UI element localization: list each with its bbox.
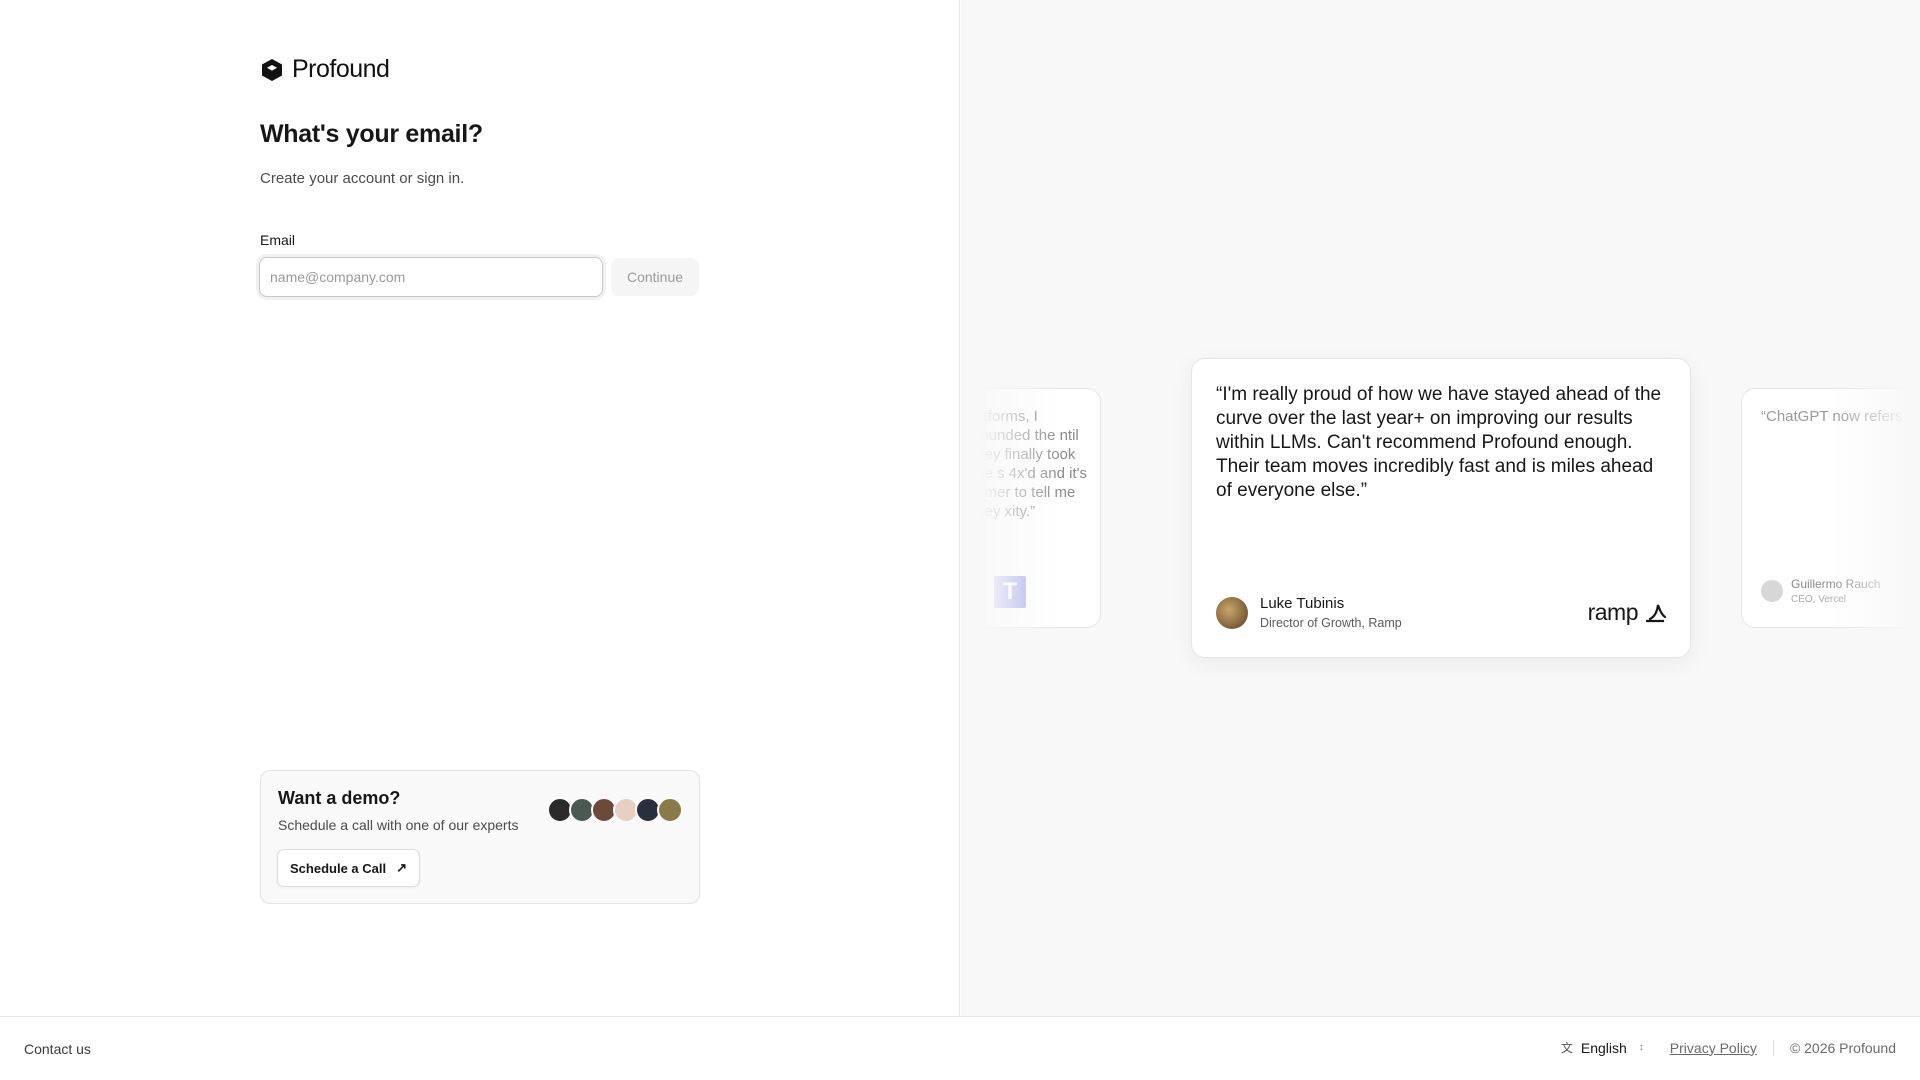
brand-logo[interactable]: Profound [260, 55, 390, 84]
email-field[interactable] [259, 257, 603, 297]
testimonial-card-next[interactable]: “ChatGPT now refers 1… which have also a… [1741, 388, 1920, 628]
page-subtitle: Create your account or sign in. [260, 170, 465, 187]
testimonial-card-active: “I'm really proud of how we have stayed … [1191, 358, 1691, 658]
expert-avatars [547, 797, 683, 823]
author-role: CEO, Vercel [1791, 594, 1847, 605]
ramp-mark-icon [1646, 604, 1666, 622]
testimonial-author: Guillermo Rauch CEO, Vercel [1761, 577, 1880, 605]
author-name: Luke Tubinis [1260, 595, 1345, 612]
page-title: What's your email? [260, 120, 483, 148]
email-label: Email [260, 232, 296, 248]
language-selector[interactable]: 文 English ↕ [1561, 1039, 1670, 1056]
testimonial-quote: latforms, I hounded the ntil they finall… [972, 408, 1087, 520]
testimonial-quote: “I'm really proud of how we have stayed … [1216, 384, 1662, 501]
author-role: Director of Growth, Ramp [1260, 616, 1402, 630]
testimonial-panel: latforms, I hounded the ntil they finall… [961, 0, 1920, 1016]
avatar [1216, 596, 1248, 629]
brand-name: Profound [292, 55, 390, 83]
schedule-call-label: Schedule a Call [290, 860, 387, 876]
author-name: Guillermo Rauch [1791, 577, 1881, 591]
testimonial-quote: “ChatGPT now refers 1… which have also a… [1761, 408, 1920, 425]
chevron-updown-icon: ↕ [1638, 1042, 1644, 1053]
profound-logo-icon [262, 58, 282, 81]
company-logo: T [994, 576, 1026, 608]
testimonial-card-prev[interactable]: latforms, I hounded the ntil they finall… [961, 388, 1101, 628]
page: Profound What's your email? Create your … [0, 0, 1920, 1080]
avatar [1761, 580, 1783, 602]
schedule-call-button[interactable]: Schedule a Call ↗ [277, 849, 420, 887]
arrow-up-right-icon: ↗ [396, 860, 407, 875]
demo-subtitle: Schedule a call with one of our experts [278, 817, 519, 833]
privacy-policy-link[interactable]: Privacy Policy [1670, 1039, 1774, 1056]
copyright: © 2026 Profound [1789, 1039, 1896, 1056]
signin-panel: Profound What's your email? Create your … [0, 0, 960, 1016]
ramp-logo: ramp [1588, 599, 1666, 626]
avatar [657, 797, 683, 823]
contact-link[interactable]: Contact us [24, 1041, 91, 1057]
demo-card: Want a demo? Schedule a call with one of… [260, 770, 700, 904]
testimonial-author: Luke Tubinis Director of Growth, Ramp [1216, 595, 1402, 630]
demo-title: Want a demo? [278, 788, 401, 808]
footer-links: 文 English ↕ Privacy Policy © 2026 Profou… [1561, 1039, 1896, 1056]
continue-button[interactable]: Continue [611, 258, 699, 296]
translate-icon: 文 [1560, 1041, 1573, 1055]
footer: Contact us 文 English ↕ Privacy Policy © … [0, 1016, 1920, 1080]
ramp-wordmark: ramp [1587, 599, 1639, 625]
language-label: English [1580, 1039, 1627, 1056]
